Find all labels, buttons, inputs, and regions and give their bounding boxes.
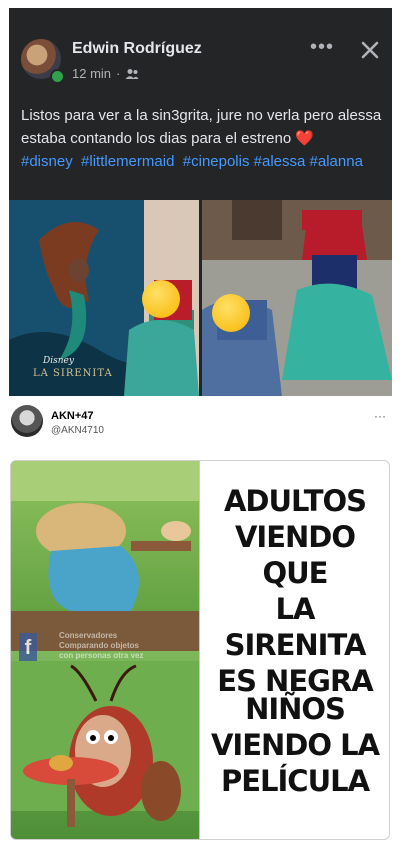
face-cover-emoji-2 [212,294,250,332]
post-author[interactable]: Edwin Rodríguez [72,40,202,58]
meme-caption-top: ADULTOS VIENDO QUE LA SIRENITA ES NEGRA [201,483,389,699]
heart-emoji: ❤️ [295,130,315,147]
meme-top-line-2: VIENDO QUE [234,520,356,590]
hashtag-disney[interactable]: #disney [21,153,73,170]
watermark-line-1: Conservadores [59,631,118,640]
watermark-line-3: con personas otra vez [59,651,144,660]
meme-bottom-line-3: PELÍCULA [220,764,370,798]
post-photo-costumes[interactable] [202,200,392,396]
facebook-post-screenshot: Edwin Rodríguez 12 min · ••• Listos para… [9,8,392,396]
hashtag-alessa[interactable]: #alessa [254,153,306,170]
meme-image[interactable]: f Conservadores Comparando objetos con p… [10,460,390,840]
poster-title: LA SIRENITA [33,368,113,379]
hashtag-alanna[interactable]: #alanna [310,153,363,170]
watermark-line-2: Comparando objetos [59,641,140,650]
meme-divider [199,461,200,839]
close-icon[interactable] [358,38,382,62]
meme-bottom-line-2: VIENDO LA [210,728,380,762]
tweet-author-name[interactable]: AKN+47 [51,410,94,422]
meme-caption-bottom: NIÑOS VIENDO LA PELÍCULA [201,691,389,799]
meme-cartoon-panel: f Conservadores Comparando objetos con p… [11,461,199,839]
meme-bottom-line-1: NIÑOS [245,692,346,726]
friends-icon [125,68,139,80]
face-cover-emoji [142,280,180,318]
post-photo-poster[interactable]: LA SIRENITA Disney [9,200,199,396]
meme-top-line-1: ADULTOS [223,484,367,518]
hashtag-littlemermaid[interactable]: #littlemermaid [81,153,174,170]
meme-top-line-3: LA SIRENITA [224,592,367,662]
hashtag-cinepolis[interactable]: #cinepolis [183,153,250,170]
more-options-button[interactable]: ••• [309,37,335,60]
post-meta: 12 min · [72,66,139,81]
online-status-icon [50,69,65,84]
meta-separator: · [116,66,121,81]
tweet-author-handle[interactable]: @AKN4710 [51,425,104,436]
meme-watermark: Conservadores Comparando objetos con per… [59,631,199,661]
tweet-avatar[interactable] [11,405,43,437]
post-time[interactable]: 12 min [72,66,111,81]
poster-brand: Disney [43,356,74,366]
post-text: Listos para ver a la sin3grita, jure no … [21,104,383,173]
tweet-more-button[interactable]: ··· [374,409,386,423]
facebook-logo-watermark: f [19,633,37,661]
post-body: Listos para ver a la sin3grita, jure no … [21,107,382,147]
